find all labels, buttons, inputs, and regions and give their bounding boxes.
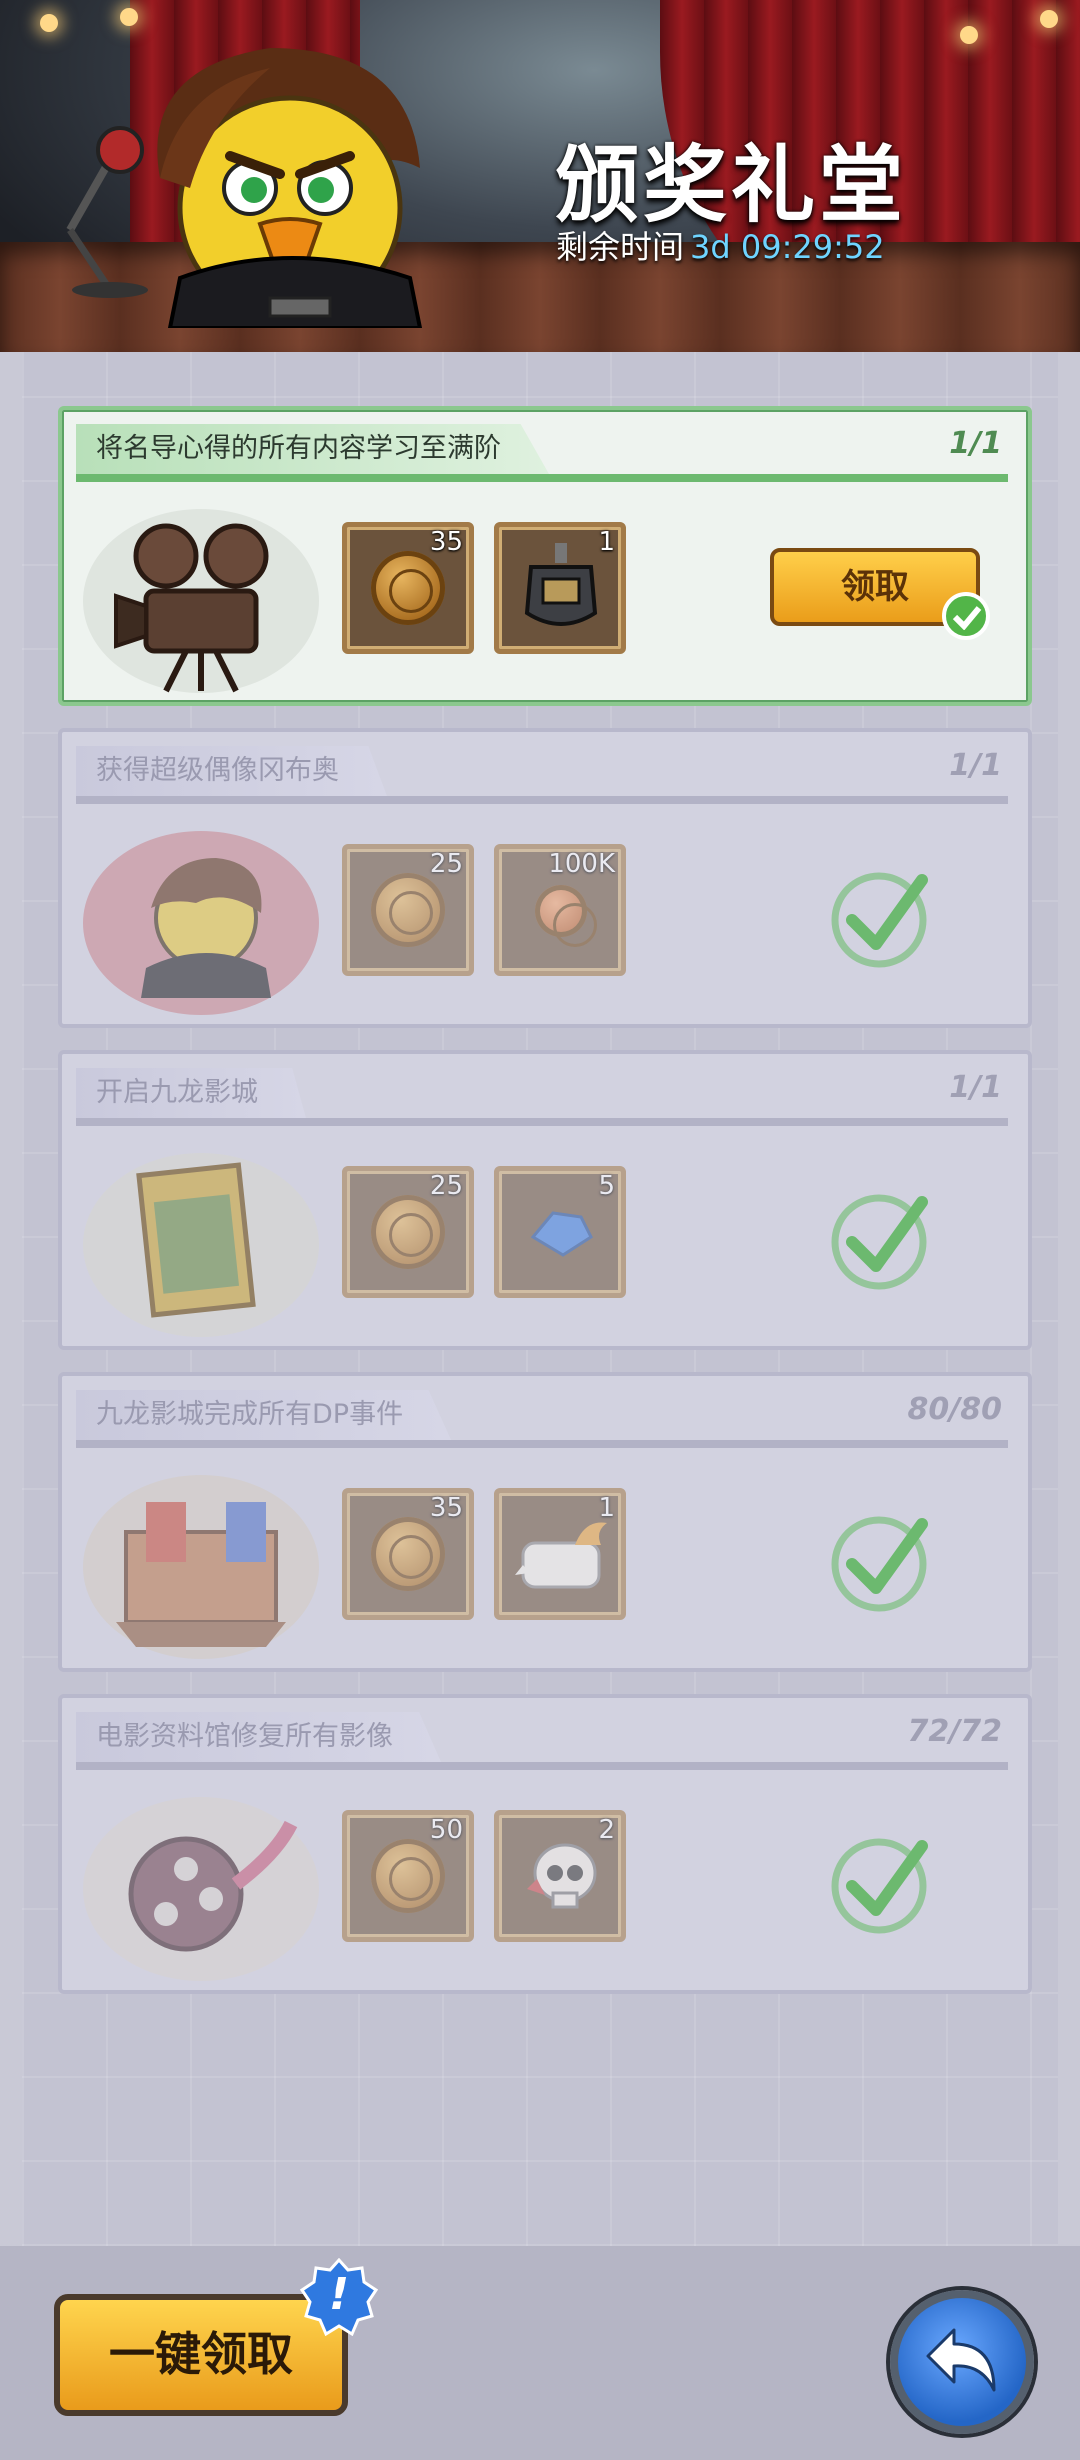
task-progress: 1/1 — [949, 748, 1002, 783]
reward-count: 50 — [429, 1815, 463, 1845]
completed-check-icon — [831, 1516, 928, 1612]
check-badge-icon — [942, 592, 990, 640]
task-title-rule — [76, 1118, 1008, 1126]
stage-lamp — [1040, 10, 1058, 28]
film-camera-icon — [83, 509, 319, 693]
event-header-banner: 颁奖礼堂 剩余时间 3d 09:29:52 — [0, 0, 1080, 352]
alert-badge: ! — [300, 2258, 378, 2336]
idol-mascot-icon — [83, 831, 319, 1015]
reward-slot[interactable]: 1 — [494, 1488, 626, 1620]
task-progress: 80/80 — [907, 1392, 1002, 1427]
stage-lamp — [120, 8, 138, 26]
reward-slot[interactable]: 25 — [342, 844, 474, 976]
task-title: 九龙影城完成所有DP事件 — [76, 1390, 452, 1440]
task-title-rule — [76, 474, 1008, 482]
film-reel-icon — [83, 1797, 319, 1981]
blue-crystal-icon — [530, 1211, 593, 1257]
stage-lamp — [40, 14, 58, 32]
reward-slot[interactable]: 1 — [494, 522, 626, 654]
back-arrow-icon — [926, 2328, 996, 2392]
task-progress: 72/72 — [907, 1714, 1002, 1749]
reward-count: 25 — [429, 1171, 463, 1201]
countdown-timer: 剩余时间 3d 09:29:52 — [556, 222, 885, 268]
reward-slot[interactable]: 2 — [494, 1810, 626, 1942]
task-title: 电影资料馆修复所有影像 — [76, 1712, 441, 1762]
reward-count: 2 — [598, 1815, 615, 1845]
task-title-rule — [76, 1762, 1008, 1770]
reward-count: 1 — [598, 1493, 615, 1523]
task-title-rule — [76, 796, 1008, 804]
director-badge-icon — [524, 543, 598, 626]
reward-count: 1 — [598, 527, 615, 557]
page-title: 颁奖礼堂 — [555, 136, 908, 234]
completed-check-icon — [831, 872, 928, 968]
countdown-label: 剩余时间 — [556, 228, 685, 266]
cinema-building-icon — [83, 1475, 319, 1659]
speech-bubble-icon — [515, 1522, 607, 1589]
stage-lamp — [960, 26, 978, 44]
task-progress: 1/1 — [949, 426, 1002, 461]
dragon-coin-icon — [371, 551, 445, 625]
copper-coin-icon — [535, 885, 597, 947]
magazine-icon — [83, 1153, 319, 1337]
reward-slot[interactable]: 100K — [494, 844, 626, 976]
dragon-coin-icon — [371, 1517, 445, 1591]
reward-slot[interactable]: 5 — [494, 1166, 626, 1298]
reward-slot[interactable]: 25 — [342, 1166, 474, 1298]
dragon-coin-icon — [371, 873, 445, 947]
completed-check-icon — [831, 1194, 928, 1290]
countdown-value: 3d 09:29:52 — [690, 228, 885, 266]
task-card: 开启九龙影城 1/1 25 5 — [58, 1050, 1032, 1350]
task-card: 获得超级偶像冈布奥 1/1 25 100K — [58, 728, 1032, 1028]
completed-check-icon — [831, 1838, 928, 1934]
task-title-rule — [76, 1440, 1008, 1448]
task-card: 电影资料馆修复所有影像 72/72 50 2 — [58, 1694, 1032, 1994]
skull-icon — [527, 1843, 597, 1909]
task-progress: 1/1 — [949, 1070, 1002, 1105]
reward-count: 100K — [548, 849, 615, 879]
reward-slot[interactable]: 50 — [342, 1810, 474, 1942]
reward-count: 5 — [598, 1171, 615, 1201]
dragon-coin-icon — [371, 1195, 445, 1269]
reward-count: 35 — [429, 1493, 463, 1523]
reward-count: 25 — [429, 849, 463, 879]
task-title: 获得超级偶像冈布奥 — [76, 746, 387, 796]
back-button[interactable] — [890, 2290, 1034, 2434]
dragon-coin-icon — [371, 1839, 445, 1913]
task-card: 将名导心得的所有内容学习至满阶 1/1 35 1 领取 — [58, 406, 1032, 706]
idol-mascot-avatar — [157, 48, 423, 328]
task-title: 开启九龙影城 — [76, 1068, 306, 1118]
task-card: 九龙影城完成所有DP事件 80/80 35 1 — [58, 1372, 1032, 1672]
reward-slot[interactable]: 35 — [342, 522, 474, 654]
alert-badge-text: ! — [328, 2269, 350, 2320]
reward-slot[interactable]: 35 — [342, 1488, 474, 1620]
task-title: 将名导心得的所有内容学习至满阶 — [76, 424, 549, 474]
reward-count: 35 — [429, 527, 463, 557]
